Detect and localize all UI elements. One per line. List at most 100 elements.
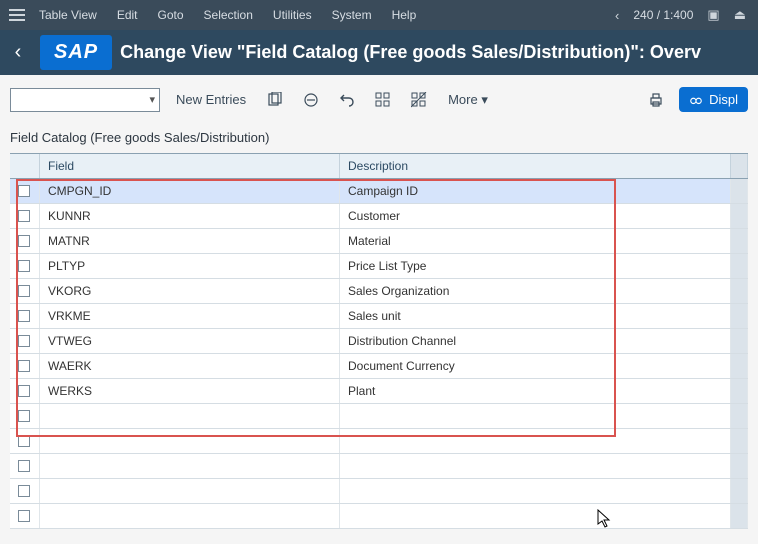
- description-cell[interactable]: Sales unit: [340, 304, 731, 328]
- toolbar: ▾ New Entries More ▾ Displ: [10, 83, 748, 126]
- field-cell[interactable]: [40, 454, 340, 478]
- new-window-icon[interactable]: ▣: [701, 3, 725, 27]
- field-cell[interactable]: PLTYP: [40, 254, 340, 278]
- description-cell[interactable]: Customer: [340, 204, 731, 228]
- deselect-all-icon[interactable]: [406, 88, 432, 112]
- field-cell[interactable]: WAERK: [40, 354, 340, 378]
- scroll-gutter: [731, 504, 748, 528]
- menu-utilities[interactable]: Utilities: [264, 2, 321, 28]
- description-cell[interactable]: Campaign ID: [340, 179, 731, 203]
- table-row[interactable]: [10, 479, 748, 504]
- row-select-checkbox[interactable]: [10, 354, 40, 378]
- description-cell[interactable]: Plant: [340, 379, 731, 403]
- table-row[interactable]: CMPGN_IDCampaign ID: [10, 179, 748, 204]
- description-cell[interactable]: [340, 479, 731, 503]
- table-row[interactable]: [10, 454, 748, 479]
- row-select-checkbox[interactable]: [10, 429, 40, 453]
- table-row[interactable]: VTWEGDistribution Channel: [10, 329, 748, 354]
- description-cell[interactable]: [340, 454, 731, 478]
- field-cell[interactable]: MATNR: [40, 229, 340, 253]
- glasses-icon: [689, 93, 703, 107]
- zoom-level: 240 / 1:400: [627, 8, 699, 22]
- table-scrollbar[interactable]: [731, 154, 748, 178]
- row-select-checkbox[interactable]: [10, 179, 40, 203]
- page-title: Change View "Field Catalog (Free goods S…: [120, 42, 754, 63]
- sap-logo: SAP: [40, 35, 112, 70]
- chevron-down-icon: ▾: [481, 92, 488, 107]
- menu-system[interactable]: System: [323, 2, 381, 28]
- table-row[interactable]: VRKMESales unit: [10, 304, 748, 329]
- field-cell[interactable]: VTWEG: [40, 329, 340, 353]
- description-cell[interactable]: [340, 504, 731, 528]
- row-select-checkbox[interactable]: [10, 204, 40, 228]
- column-select[interactable]: [10, 154, 40, 178]
- chevron-left-icon[interactable]: ‹: [609, 4, 625, 27]
- scroll-gutter: [731, 404, 748, 428]
- row-select-checkbox[interactable]: [10, 329, 40, 353]
- table-row[interactable]: [10, 504, 748, 529]
- field-cell[interactable]: CMPGN_ID: [40, 179, 340, 203]
- scroll-gutter: [731, 204, 748, 228]
- field-cell[interactable]: WERKS: [40, 379, 340, 403]
- description-cell[interactable]: Price List Type: [340, 254, 731, 278]
- field-cell[interactable]: KUNNR: [40, 204, 340, 228]
- scroll-gutter: [731, 479, 748, 503]
- table-row[interactable]: MATNRMaterial: [10, 229, 748, 254]
- variant-select[interactable]: ▾: [10, 88, 160, 112]
- table-row[interactable]: VKORGSales Organization: [10, 279, 748, 304]
- field-cell[interactable]: VRKME: [40, 304, 340, 328]
- row-select-checkbox[interactable]: [10, 454, 40, 478]
- scroll-gutter: [731, 329, 748, 353]
- row-select-checkbox[interactable]: [10, 279, 40, 303]
- description-cell[interactable]: Document Currency: [340, 354, 731, 378]
- scroll-gutter: [731, 454, 748, 478]
- print-icon[interactable]: [643, 88, 669, 112]
- row-select-checkbox[interactable]: [10, 254, 40, 278]
- menu-selection[interactable]: Selection: [195, 2, 262, 28]
- scroll-gutter: [731, 379, 748, 403]
- field-cell[interactable]: [40, 429, 340, 453]
- back-button[interactable]: ‹: [4, 39, 32, 67]
- menu-help[interactable]: Help: [383, 2, 426, 28]
- field-cell[interactable]: [40, 404, 340, 428]
- description-cell[interactable]: Material: [340, 229, 731, 253]
- field-cell[interactable]: [40, 504, 340, 528]
- row-select-checkbox[interactable]: [10, 479, 40, 503]
- more-menu[interactable]: More ▾: [442, 88, 494, 112]
- description-cell[interactable]: Distribution Channel: [340, 329, 731, 353]
- column-description[interactable]: Description: [340, 154, 731, 178]
- scroll-gutter: [731, 429, 748, 453]
- menu-table-view[interactable]: Table View: [30, 2, 106, 28]
- table-row[interactable]: [10, 404, 748, 429]
- description-cell[interactable]: Sales Organization: [340, 279, 731, 303]
- exit-icon[interactable]: ⏏: [728, 3, 752, 27]
- hamburger-menu-icon[interactable]: [6, 4, 28, 26]
- delete-icon[interactable]: [298, 88, 324, 112]
- scroll-gutter: [731, 254, 748, 278]
- field-cell[interactable]: VKORG: [40, 279, 340, 303]
- chevron-down-icon: ▾: [149, 93, 155, 106]
- description-cell[interactable]: [340, 429, 731, 453]
- menu-edit[interactable]: Edit: [108, 2, 147, 28]
- row-select-checkbox[interactable]: [10, 504, 40, 528]
- row-select-checkbox[interactable]: [10, 304, 40, 328]
- table-row[interactable]: WERKSPlant: [10, 379, 748, 404]
- description-cell[interactable]: [340, 404, 731, 428]
- table-row[interactable]: WAERKDocument Currency: [10, 354, 748, 379]
- display-button[interactable]: Displ: [679, 87, 748, 112]
- row-select-checkbox[interactable]: [10, 229, 40, 253]
- menu-goto[interactable]: Goto: [149, 2, 193, 28]
- row-select-checkbox[interactable]: [10, 379, 40, 403]
- field-cell[interactable]: [40, 479, 340, 503]
- table-row[interactable]: PLTYPPrice List Type: [10, 254, 748, 279]
- row-select-checkbox[interactable]: [10, 404, 40, 428]
- column-field[interactable]: Field: [40, 154, 340, 178]
- table-header: Field Description: [10, 154, 748, 179]
- new-entries-button[interactable]: New Entries: [170, 88, 252, 111]
- table-row[interactable]: KUNNRCustomer: [10, 204, 748, 229]
- undo-icon[interactable]: [334, 88, 360, 112]
- section-title: Field Catalog (Free goods Sales/Distribu…: [10, 130, 748, 145]
- select-all-icon[interactable]: [370, 88, 396, 112]
- copy-as-icon[interactable]: [262, 88, 288, 112]
- table-row[interactable]: [10, 429, 748, 454]
